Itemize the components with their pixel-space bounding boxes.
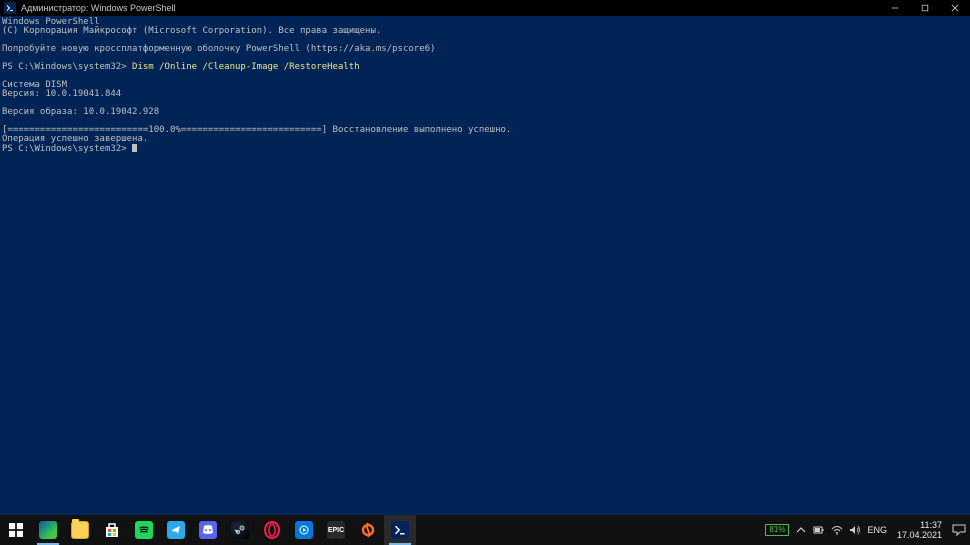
epic-games-icon: EPIC	[327, 521, 345, 539]
file-explorer-icon	[71, 521, 89, 539]
power-icon[interactable]	[813, 524, 825, 536]
taskbar-telegram[interactable]	[160, 515, 192, 545]
taskbar-origin[interactable]	[352, 515, 384, 545]
terminal-output[interactable]: Windows PowerShell (C) Корпорация Майкро…	[0, 16, 970, 515]
discord-icon	[199, 521, 217, 539]
minimize-button[interactable]	[880, 0, 910, 16]
dism-line-2: Версия: 10.0.19041.844	[2, 89, 121, 99]
volume-icon[interactable]	[849, 524, 861, 536]
tray-chevron-icon[interactable]	[795, 524, 807, 536]
taskbar-edge[interactable]	[32, 515, 64, 545]
taskbar-spotify[interactable]	[128, 515, 160, 545]
language-indicator[interactable]: ENG	[867, 525, 887, 535]
origin-icon	[359, 521, 377, 539]
titlebar[interactable]: Администратор: Windows PowerShell	[0, 0, 970, 16]
spotify-icon	[135, 521, 153, 539]
taskbar-groove[interactable]	[288, 515, 320, 545]
taskbar-discord[interactable]	[192, 515, 224, 545]
start-button[interactable]	[0, 515, 32, 545]
powershell-icon	[4, 2, 16, 14]
battery-indicator[interactable]: 81%	[765, 524, 789, 536]
wifi-icon[interactable]	[831, 524, 843, 536]
telegram-icon	[167, 521, 185, 539]
terminal-header-2: (C) Корпорация Майкрософт (Microsoft Cor…	[2, 26, 381, 36]
terminal-cursor	[132, 144, 137, 152]
action-center-icon[interactable]	[952, 523, 966, 537]
operation-complete-line: Операция успешно завершена.	[2, 134, 148, 144]
powershell-taskbar-icon	[391, 521, 409, 539]
edge-icon	[39, 521, 57, 539]
taskbar-steam[interactable]	[224, 515, 256, 545]
taskbar-store[interactable]	[96, 515, 128, 545]
clock[interactable]: 11:37 17.04.2021	[893, 520, 946, 540]
window-title: Администратор: Windows PowerShell	[21, 3, 175, 13]
close-button[interactable]	[940, 0, 970, 16]
steam-icon	[231, 521, 249, 539]
taskbar-opera[interactable]	[256, 515, 288, 545]
taskbar-explorer[interactable]	[64, 515, 96, 545]
terminal-prompt-2: PS C:\Windows\system32>	[2, 144, 132, 154]
opera-gx-icon	[263, 521, 281, 539]
terminal-try-pscore: Попробуйте новую кроссплатформенную обол…	[2, 44, 435, 54]
groove-music-icon	[295, 521, 313, 539]
image-version: Версия образа: 10.0.19042.928	[2, 107, 159, 117]
clock-time: 11:37	[897, 520, 942, 530]
taskbar: EPIC 81% ENG 11:37 17.04.2021	[0, 515, 970, 545]
taskbar-epic[interactable]: EPIC	[320, 515, 352, 545]
powershell-window: Администратор: Windows PowerShell Window…	[0, 0, 970, 515]
clock-date: 17.04.2021	[897, 530, 942, 540]
taskbar-powershell[interactable]	[384, 515, 416, 545]
terminal-command: Dism /Online /Cleanup-Image /RestoreHeal…	[132, 62, 360, 72]
microsoft-store-icon	[103, 521, 121, 539]
terminal-prompt-1: PS C:\Windows\system32>	[2, 62, 132, 72]
windows-logo-icon	[7, 521, 25, 539]
maximize-button[interactable]	[910, 0, 940, 16]
